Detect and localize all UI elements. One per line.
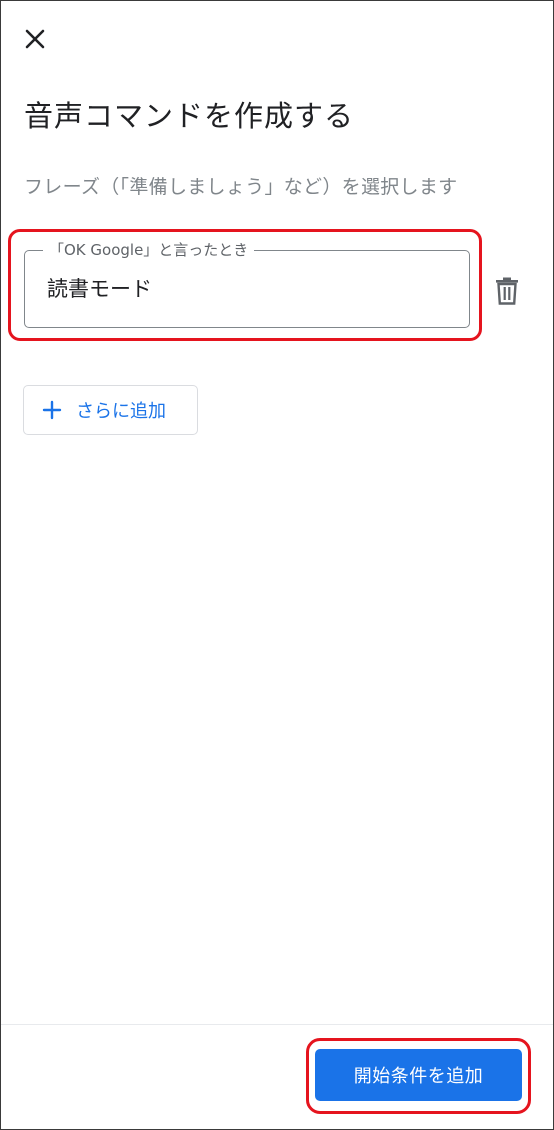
footer-divider xyxy=(1,1024,553,1025)
delete-phrase-button[interactable] xyxy=(487,271,527,311)
phrase-field-value[interactable]: 読書モード xyxy=(47,275,152,303)
instruction-text: フレーズ（「準備しましょう」など）を選択します xyxy=(24,176,458,198)
add-starter-label: 開始条件を追加 xyxy=(353,1066,484,1087)
trash-icon xyxy=(496,277,518,305)
phrase-field-label: 「OK Google」と言ったとき xyxy=(43,239,255,261)
add-more-button[interactable]: さらに追加 xyxy=(23,385,198,435)
page-title: 音声コマンドを作成する xyxy=(24,99,355,133)
add-more-label: さらに追加 xyxy=(76,401,166,422)
plus-icon xyxy=(42,400,62,420)
add-starter-button[interactable]: 開始条件を追加 xyxy=(315,1049,522,1101)
voice-command-screen: 音声コマンドを作成する フレーズ（「準備しましょう」など）を選択します 「OK … xyxy=(0,0,554,1130)
close-button[interactable] xyxy=(13,17,57,61)
phrase-input-field[interactable]: 「OK Google」と言ったとき 読書モード xyxy=(24,239,470,328)
close-icon xyxy=(25,29,45,49)
